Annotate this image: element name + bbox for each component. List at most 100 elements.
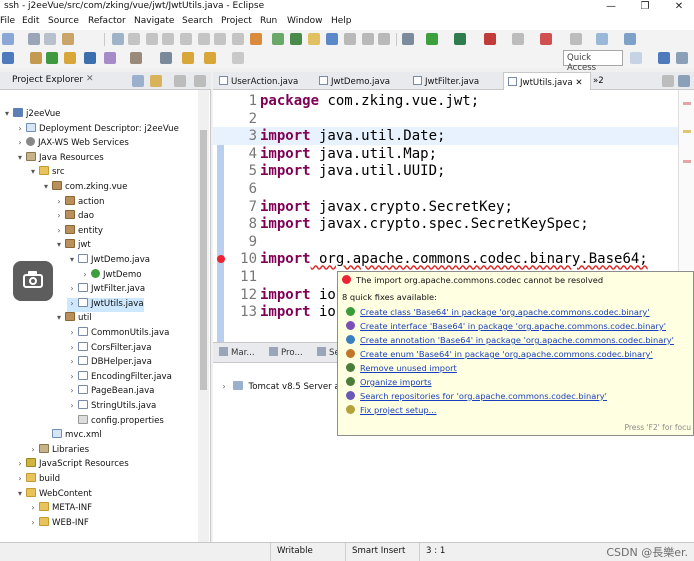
tree-item[interactable]: › META-INF (28, 502, 92, 516)
editor-tab-useraction[interactable]: UserAction.java (219, 72, 315, 90)
chevron-right-icon[interactable]: › (67, 299, 77, 308)
new-class-icon[interactable] (46, 52, 58, 64)
chevron-right-icon[interactable]: › (28, 445, 38, 454)
chevron-right-icon[interactable]: › (15, 459, 25, 468)
java-ee-perspective-icon[interactable] (658, 52, 670, 64)
publish-icon[interactable] (540, 33, 552, 45)
last-edit-icon[interactable] (160, 52, 172, 64)
tree-item[interactable]: › JwtUtils.java (67, 297, 144, 312)
suspend-icon[interactable] (146, 33, 158, 45)
code-line[interactable]: 2 (213, 110, 694, 128)
stop-server-icon[interactable] (512, 33, 524, 45)
chevron-right-icon[interactable]: › (28, 503, 38, 512)
external-tools-icon[interactable] (484, 33, 496, 45)
chevron-right-icon[interactable]: › (67, 343, 77, 352)
new-icon[interactable] (2, 33, 14, 45)
editor-tab-jwtdemo[interactable]: JwtDemo.java (319, 72, 411, 90)
menu-run[interactable]: Run (260, 16, 277, 26)
debug-perspective-icon[interactable] (676, 52, 688, 64)
chevron-right-icon[interactable]: › (67, 386, 77, 395)
menu-refactor[interactable]: Refactor (88, 16, 126, 26)
code-line[interactable]: 6 (213, 180, 694, 198)
tree-item[interactable]: ▾ Java Resources (15, 151, 104, 166)
annotation-icon[interactable] (130, 52, 142, 64)
tree-item[interactable]: › JAX-WS Web Services (15, 137, 129, 151)
chevron-right-icon[interactable]: › (54, 197, 64, 206)
menu-navigate[interactable]: Navigate (134, 16, 174, 26)
tree-item[interactable]: ▾ com.zking.vue (41, 181, 127, 195)
warning-marker[interactable] (683, 130, 691, 133)
chevron-right-icon[interactable]: › (67, 284, 77, 293)
tree-item[interactable]: › JavaScript Resources (15, 458, 129, 472)
drop-to-frame-icon[interactable] (250, 33, 262, 45)
menu-source[interactable]: Source (48, 16, 79, 26)
chevron-right-icon[interactable]: › (67, 372, 77, 381)
quick-fix-item[interactable]: Remove unused import (346, 363, 457, 373)
chevron-down-icon[interactable]: ▾ (28, 167, 38, 176)
chevron-right-icon[interactable]: › (219, 382, 229, 391)
chevron-down-icon[interactable]: ▾ (15, 489, 25, 498)
run-icon[interactable] (426, 33, 438, 45)
code-line[interactable]: 4 import java.util.Map; (213, 145, 694, 163)
tree-item[interactable]: ▾ JwtDemo.java (67, 254, 150, 268)
editor-tab-jwtfilter[interactable]: JwtFilter.java (413, 72, 503, 90)
screenshot-button[interactable] (13, 261, 53, 301)
terminate-icon[interactable] (162, 33, 174, 45)
tree-item[interactable]: › CorsFilter.java (67, 341, 152, 356)
tree-item[interactable]: config.properties (67, 414, 164, 429)
collapse-all-icon[interactable] (132, 75, 144, 87)
disconnect-icon[interactable] (180, 33, 192, 45)
editor-tab-jwtutils[interactable]: JwtUtils.java ✕ (503, 72, 591, 90)
quick-fix-item[interactable]: Create class 'Base64' in package 'org.ap… (346, 307, 650, 317)
code-line[interactable]: 7 import javax.crypto.SecretKey; (213, 198, 694, 216)
tree-item[interactable]: › build (15, 473, 60, 487)
quick-fix-item[interactable]: Create annotation 'Base64' in package 'o… (346, 335, 674, 345)
step-into-icon[interactable] (198, 33, 210, 45)
tree-item[interactable]: › WEB-INF (28, 516, 89, 531)
close-window-button[interactable]: ✕ (668, 0, 690, 14)
quick-access-input[interactable]: Quick Access (563, 50, 623, 73)
open-perspective-button-icon[interactable] (630, 52, 642, 64)
chevron-right-icon[interactable]: › (15, 138, 25, 147)
minimize-button[interactable]: — (600, 0, 622, 14)
chevron-right-icon[interactable]: › (67, 328, 77, 337)
tree-item[interactable]: › EncodingFilter.java (67, 370, 172, 385)
new-package-icon[interactable] (30, 52, 42, 64)
sync-icon[interactable] (326, 33, 338, 45)
show-whitespace-icon[interactable] (378, 33, 390, 45)
menu-edit[interactable]: Edit (22, 16, 39, 26)
tree-item[interactable]: › Libraries (28, 443, 89, 458)
tree-item[interactable]: ▾ jwt (54, 239, 91, 253)
menu-help[interactable]: Help (331, 16, 352, 26)
save-all-icon[interactable] (44, 33, 56, 45)
code-line[interactable]: 8 import javax.crypto.spec.SecretKeySpec; (213, 215, 694, 233)
back-icon[interactable] (182, 52, 194, 64)
skip-breakpoints-icon[interactable] (112, 33, 124, 45)
error-marker[interactable] (683, 160, 691, 163)
markers-tab[interactable]: Mar... (219, 347, 255, 358)
open-perspective-icon[interactable] (84, 52, 96, 64)
open-folder-icon[interactable] (64, 52, 76, 64)
chevron-right-icon[interactable]: › (80, 270, 90, 279)
resume-icon[interactable] (128, 33, 140, 45)
chevron-down-icon[interactable]: ▾ (67, 255, 77, 264)
tree-item[interactable]: › entity (54, 224, 103, 239)
chevron-right-icon[interactable]: › (28, 518, 38, 527)
code-line[interactable]: 10 import org.apache.commons.codec.binary… (213, 250, 694, 268)
maximize-button[interactable]: ❐ (634, 0, 656, 14)
menu-project[interactable]: Project (221, 16, 252, 26)
chevron-right-icon[interactable]: › (54, 211, 64, 220)
close-icon[interactable]: ✕ (86, 74, 94, 84)
search-icon[interactable] (104, 52, 116, 64)
step-over-icon[interactable] (214, 33, 226, 45)
quick-fix-item[interactable]: Organize imports (346, 377, 432, 387)
chevron-right-icon[interactable]: › (15, 474, 25, 483)
forward-arrow-icon[interactable] (204, 52, 216, 64)
tree-item[interactable]: › PageBean.java (67, 385, 154, 399)
open-type-icon[interactable] (272, 33, 284, 45)
code-line[interactable]: 9 (213, 233, 694, 251)
maximize-editor-icon[interactable] (678, 75, 690, 87)
properties-tab[interactable]: Pro... (269, 347, 303, 358)
view-menu-icon[interactable] (174, 75, 186, 87)
quick-fix-item[interactable]: Search repositories for 'org.apache.comm… (346, 391, 607, 401)
